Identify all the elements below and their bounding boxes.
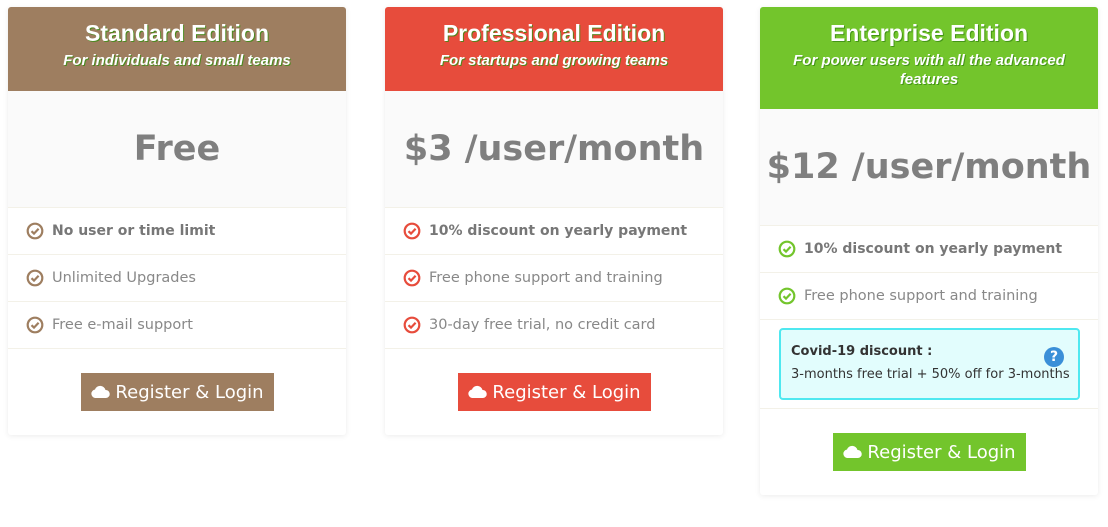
- cloud-icon: [468, 385, 488, 398]
- feature-item: Free phone support and training: [385, 255, 723, 302]
- feature-item: 10% discount on yearly payment: [385, 208, 723, 255]
- plan-subtitle: For individuals and small teams: [63, 52, 291, 69]
- check-circle-icon: [26, 222, 44, 240]
- feature-text: Free phone support and training: [804, 288, 1038, 304]
- check-circle-icon: [26, 269, 44, 287]
- register-login-button[interactable]: Register & Login: [457, 373, 651, 411]
- plan-title: Standard Edition: [85, 20, 269, 46]
- plan-title: Professional Edition: [442, 20, 666, 46]
- feature-text: 10% discount on yearly payment: [429, 223, 688, 239]
- feature-item: 30-day free trial, no credit card: [385, 302, 723, 349]
- covid-discount-notice: Covid-19 discount : 3-months free trial …: [779, 328, 1080, 400]
- feature-text: Unlimited Upgrades: [52, 270, 196, 286]
- check-circle-icon: [403, 269, 421, 287]
- check-circle-icon: [403, 316, 421, 334]
- button-label: Register & Login: [115, 381, 264, 403]
- check-circle-icon: [403, 222, 421, 240]
- plan-header: Enterprise Edition For power users with …: [760, 7, 1098, 109]
- feature-item: Free phone support and training: [760, 273, 1098, 320]
- feature-item: Free e-mail support: [8, 302, 346, 349]
- register-login-button[interactable]: Register & Login: [832, 433, 1026, 471]
- cloud-icon: [843, 445, 863, 458]
- feature-text: 10% discount on yearly payment: [804, 241, 1063, 257]
- pricing-card-enterprise: Enterprise Edition For power users with …: [760, 7, 1098, 495]
- register-login-button[interactable]: Register & Login: [80, 373, 274, 411]
- button-label: Register & Login: [867, 441, 1016, 463]
- feature-item: Unlimited Upgrades: [8, 255, 346, 302]
- plan-title: Enterprise Edition: [829, 20, 1029, 46]
- promo-body: 3-months free trial + 50% off for 3-mont…: [791, 367, 1070, 382]
- plan-price: Free: [8, 91, 346, 208]
- feature-item: 10% discount on yearly payment: [760, 226, 1098, 273]
- plan-subtitle: For power users with all the advanced fe…: [793, 52, 1065, 88]
- plan-header: Professional Edition For startups and gr…: [385, 7, 723, 91]
- pricing-card-professional: Professional Edition For startups and gr…: [385, 7, 723, 435]
- feature-text: Free e-mail support: [52, 317, 193, 333]
- feature-text: Free phone support and training: [429, 270, 663, 286]
- feature-text: 30-day free trial, no credit card: [429, 317, 656, 333]
- check-circle-icon: [26, 316, 44, 334]
- promo-title: Covid-19 discount :: [791, 344, 933, 359]
- plan-header: Standard Edition For individuals and sma…: [8, 7, 346, 91]
- pricing-card-standard: Standard Edition For individuals and sma…: [8, 7, 346, 435]
- question-circle-icon[interactable]: ?: [1044, 347, 1064, 367]
- feature-item: No user or time limit: [8, 208, 346, 255]
- plan-subtitle: For startups and growing teams: [439, 52, 669, 69]
- plan-price: $3 /user/month: [385, 91, 723, 208]
- check-circle-icon: [778, 240, 796, 258]
- feature-text: No user or time limit: [52, 223, 216, 239]
- button-label: Register & Login: [492, 381, 641, 403]
- check-circle-icon: [778, 287, 796, 305]
- plan-price: $12 /user/month: [760, 109, 1098, 226]
- cloud-icon: [91, 385, 111, 398]
